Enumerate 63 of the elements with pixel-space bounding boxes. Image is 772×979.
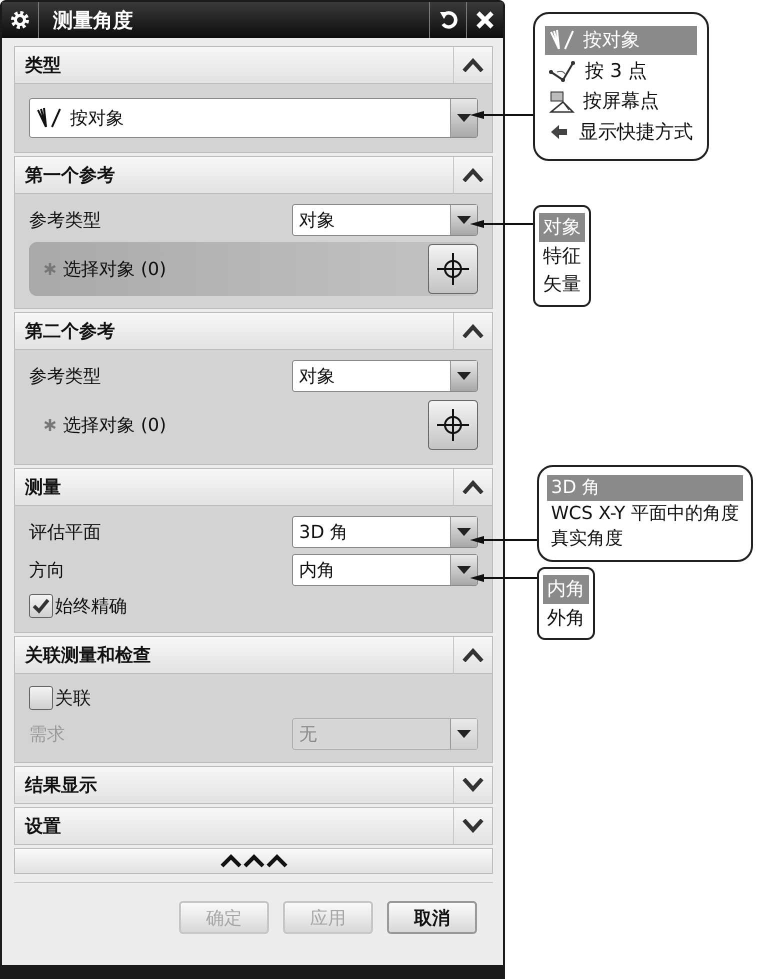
callout-option[interactable]: 外角 <box>543 604 589 632</box>
chevron-up-icon <box>462 168 484 182</box>
dropdown[interactable]: 3D 角 <box>292 516 478 548</box>
caret-icon <box>456 215 472 225</box>
settings-icon[interactable] <box>9 9 31 31</box>
crosshair-button[interactable] <box>428 244 478 294</box>
callout-option[interactable]: 按 3 点 <box>545 56 697 86</box>
callout-option[interactable]: 按屏幕点 <box>545 87 697 116</box>
three-point-angle-icon <box>549 60 577 82</box>
chevron-up-icon <box>462 480 484 494</box>
caret-icon <box>456 527 472 537</box>
angle-lines-icon <box>549 29 575 52</box>
crosshair-icon <box>436 252 470 286</box>
screen-point-icon <box>549 90 575 114</box>
dropdown[interactable]: 对象 <box>292 204 478 236</box>
caret-icon <box>456 565 472 575</box>
section-header[interactable]: 类型 <box>14 46 493 84</box>
callout-option[interactable]: 显示快捷方式 <box>545 118 697 147</box>
callout-option[interactable]: 真实角度 <box>547 526 744 552</box>
dialog-button[interactable]: 取消 <box>387 901 477 934</box>
chevron-down-icon <box>462 819 484 833</box>
field-label: 评估平面 <box>29 521 101 544</box>
chevron-down-icon <box>462 778 484 792</box>
chevron-up-icon <box>462 58 484 72</box>
callout-option[interactable]: WCS X-Y 平面中的角度 <box>547 500 744 526</box>
callout-option[interactable]: 特征 <box>539 242 585 270</box>
close-icon[interactable] <box>475 10 495 30</box>
field-label: 方向 <box>29 559 65 582</box>
selection-label: 选择对象 (0) <box>63 258 166 281</box>
caret-icon <box>456 113 472 123</box>
crosshair-icon <box>436 408 470 442</box>
section-header[interactable]: 第一个参考 <box>14 156 493 194</box>
field-label: 需求 <box>29 723 65 746</box>
selection-bar[interactable]: 选择对象 (0) <box>29 242 478 296</box>
window-title: 测量角度 <box>52 6 134 34</box>
dropdown[interactable]: 按对象 <box>29 98 478 138</box>
field-label: 参考类型 <box>29 365 101 388</box>
chevron-up-icon <box>462 648 484 662</box>
checkbox[interactable] <box>29 686 53 710</box>
dropdown[interactable]: 内角 <box>292 554 478 586</box>
selection-label: 选择对象 (0) <box>63 414 166 437</box>
callout-option[interactable]: 矢量 <box>539 270 585 300</box>
section-header[interactable]: 结果显示 <box>14 766 493 804</box>
checkbox-label: 始终精确 <box>55 595 127 618</box>
section-header[interactable]: 第二个参考 <box>14 312 493 350</box>
section-header[interactable]: 关联测量和检查 <box>14 636 493 674</box>
crosshair-button[interactable] <box>428 400 478 450</box>
caret-icon <box>456 729 472 739</box>
checkmark-icon <box>32 598 50 614</box>
asterisk-icon <box>43 262 57 276</box>
angle-lines-icon <box>36 107 62 129</box>
section-header[interactable]: 设置 <box>14 807 493 845</box>
checkbox[interactable] <box>29 594 53 618</box>
section-header[interactable]: 测量 <box>14 468 493 506</box>
caret-icon <box>456 371 472 381</box>
chevron-up-icon <box>462 324 484 338</box>
checkbox-label: 关联 <box>55 687 91 710</box>
field-label: 参考类型 <box>29 209 101 232</box>
dropdown[interactable]: 对象 <box>292 360 478 392</box>
asterisk-icon <box>43 418 57 432</box>
reset-icon[interactable] <box>437 9 459 31</box>
selection-bar[interactable]: 选择对象 (0) <box>29 398 478 452</box>
chevrons-up-icon[interactable] <box>218 854 288 868</box>
